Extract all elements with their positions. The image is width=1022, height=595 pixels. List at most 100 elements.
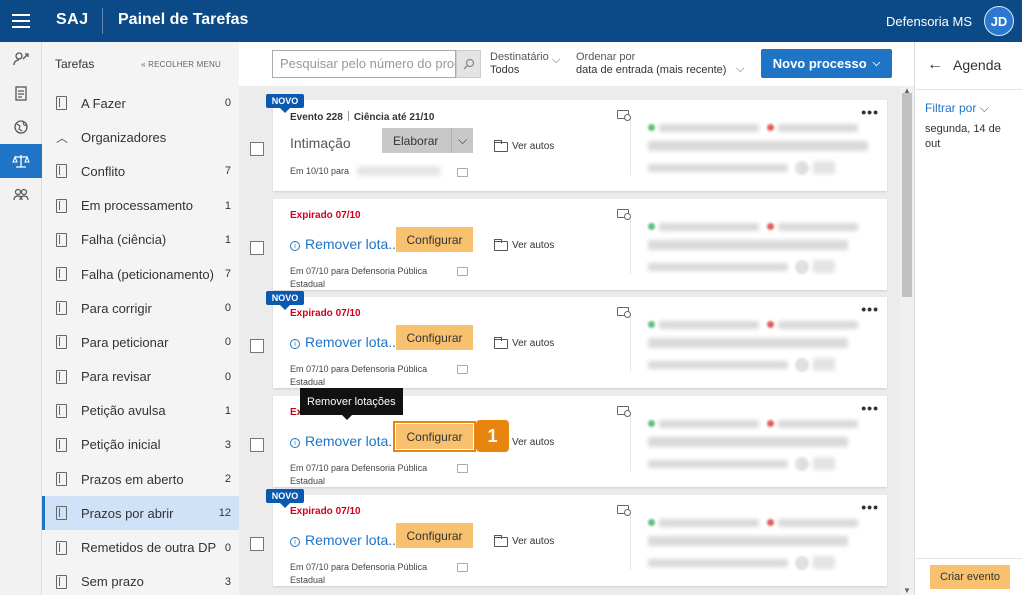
view-autos-link[interactable]: Ver autos: [494, 534, 554, 547]
scroll-down-icon[interactable]: ▼: [903, 586, 911, 595]
search-input[interactable]: Pesquisar pelo número do processo: [272, 50, 456, 78]
settings-icon[interactable]: [617, 307, 631, 318]
order-filter-value: data de entrada (mais recente): [576, 64, 727, 76]
task-checkbox[interactable]: [250, 241, 264, 255]
view-autos-link[interactable]: Ver autos: [494, 336, 554, 349]
sidebar-item-falha-peticionamento[interactable]: Falha (peticionamento) 7: [42, 257, 239, 291]
status-dot-icon: [648, 124, 655, 131]
task-checkbox[interactable]: [250, 142, 264, 156]
task-title[interactable]: i Remover lota...: [290, 236, 400, 252]
card-divider: [630, 120, 631, 175]
event-status: Evento 228 Ciência até 21/10: [290, 111, 435, 123]
sidebar-item-para-revisar[interactable]: Para revisar 0: [42, 360, 239, 394]
message-icon[interactable]: [457, 365, 468, 374]
expired-status: Expirado 07/10: [290, 506, 361, 517]
toolbar: Pesquisar pelo número do processo Destin…: [239, 42, 913, 86]
sidebar-item-label: A Fazer: [81, 95, 126, 111]
sidebar-item-label: Para peticionar: [81, 334, 169, 350]
agenda-filter[interactable]: Filtrar por ⌵: [925, 101, 989, 116]
order-filter[interactable]: Ordenar por data de entrada (mais recent…: [576, 51, 744, 77]
sidebar-item-count: 3: [224, 575, 231, 588]
people-icon[interactable]: [0, 178, 42, 212]
bookmark-icon: [56, 437, 67, 452]
sidebar-item-para-peticionar[interactable]: Para peticionar 0: [42, 325, 239, 359]
sidebar-group-organizadores[interactable]: ︿ Organizadores: [42, 120, 239, 154]
sidebar-item-peti-o-avulsa[interactable]: Petição avulsa 1: [42, 394, 239, 428]
user-tasks-icon[interactable]: [0, 42, 42, 76]
blurred-tag: [813, 260, 835, 273]
bookmark-icon: [56, 96, 67, 111]
task-checkbox[interactable]: [250, 339, 264, 353]
sidebar-item-peti-o-inicial[interactable]: Petição inicial 3: [42, 428, 239, 462]
configure-button[interactable]: Configurar: [396, 325, 473, 350]
user-name[interactable]: Defensoria MS: [886, 14, 972, 29]
bookmark-icon: [56, 403, 67, 418]
task-card[interactable]: Expirado 07/10 i Remover lota... Configurar…: [273, 297, 887, 388]
info-icon: i: [290, 537, 300, 547]
sidebar-item-para-corrigir[interactable]: Para corrigir 0: [42, 291, 239, 325]
chevron-up-icon: ︿: [56, 130, 69, 145]
view-autos-link[interactable]: Ver autos: [494, 238, 554, 251]
chevron-down-icon: ⌵: [979, 101, 989, 115]
sidebar-item-conflito[interactable]: Conflito 7: [42, 154, 239, 188]
globe-icon[interactable]: [0, 110, 42, 144]
scrollbar[interactable]: ▲ ▼: [900, 86, 914, 595]
scrollbar-thumb[interactable]: [902, 93, 912, 297]
task-title[interactable]: i Remover lota...: [290, 433, 400, 449]
blurred-icon: [795, 556, 809, 570]
task-checkbox[interactable]: [250, 438, 264, 452]
chevron-down-icon[interactable]: ⌵: [451, 128, 473, 153]
message-icon[interactable]: [457, 464, 468, 473]
more-options-icon[interactable]: •••: [861, 400, 879, 416]
scales-icon[interactable]: [0, 144, 42, 178]
recipient-filter[interactable]: Destinatário Todos ⌵: [490, 51, 560, 77]
message-icon[interactable]: [457, 267, 468, 276]
blurred-party: [659, 321, 759, 329]
sidebar-item-prazos-em-aberto[interactable]: Prazos em aberto 2: [42, 462, 239, 496]
sidebar-item-a-fazer[interactable]: A Fazer 0: [42, 86, 239, 120]
status-dot-icon: [767, 519, 774, 526]
task-card[interactable]: Expirado 07/10 i Remover lota... Configurar…: [273, 495, 887, 586]
avatar[interactable]: JD: [984, 6, 1014, 36]
new-process-button[interactable]: Novo processo ⌵: [761, 49, 892, 78]
menu-icon[interactable]: [0, 0, 42, 42]
configure-button[interactable]: Configurar: [396, 523, 473, 548]
task-checkbox[interactable]: [250, 537, 264, 551]
step-callout: 1: [476, 420, 509, 452]
task-title[interactable]: i Remover lota...: [290, 532, 400, 548]
sidebar-item-count: 0: [224, 336, 231, 349]
sidebar-item-count: 7: [224, 268, 231, 281]
settings-icon[interactable]: [617, 209, 631, 220]
sidebar-item-sem-prazo[interactable]: Sem prazo 3: [42, 565, 239, 595]
settings-icon[interactable]: [617, 406, 631, 417]
sidebar-item-falha-ci-ncia[interactable]: Falha (ciência) 1: [42, 223, 239, 257]
sidebar-item-remetidos-de-outra-dp[interactable]: Remetidos de outra DP 0: [42, 530, 239, 564]
status-dot-icon: [767, 223, 774, 230]
task-title[interactable]: i Remover lota...: [290, 334, 400, 350]
search-icon[interactable]: [456, 50, 481, 78]
configure-button[interactable]: Configurar: [393, 421, 476, 452]
new-badge: NOVO: [266, 291, 304, 310]
recipient-filter-label: Destinatário: [490, 51, 549, 63]
elaborate-button[interactable]: Elaborar ⌵: [382, 128, 473, 153]
view-autos-link[interactable]: Ver autos: [494, 139, 554, 152]
configure-button[interactable]: Configurar: [396, 227, 473, 252]
clipboard-icon[interactable]: [0, 76, 42, 110]
task-card[interactable]: Expirado 07/10 i Remover lota... Configurar…: [273, 199, 887, 290]
message-icon[interactable]: [457, 563, 468, 572]
bookmark-icon: [56, 472, 67, 487]
more-options-icon[interactable]: •••: [861, 499, 879, 515]
settings-icon[interactable]: [617, 505, 631, 516]
sidebar-item-em-processamento[interactable]: Em processamento 1: [42, 189, 239, 223]
sidebar-item-prazos-por-abrir[interactable]: Prazos por abrir 12: [42, 496, 239, 531]
message-icon[interactable]: [457, 168, 468, 177]
task-card[interactable]: Evento 228 Ciência até 21/10 Intimação Elab…: [273, 100, 887, 191]
more-options-icon[interactable]: •••: [861, 301, 879, 317]
collapse-menu-button[interactable]: « RECOLHER MENU: [141, 60, 221, 69]
create-event-button[interactable]: Criar evento: [930, 565, 1010, 589]
more-options-icon[interactable]: •••: [861, 104, 879, 120]
bookmark-icon: [56, 369, 67, 384]
chevron-down-icon: ⌵: [736, 63, 745, 75]
back-arrow-icon[interactable]: ←: [927, 56, 943, 74]
settings-icon[interactable]: [617, 110, 631, 121]
